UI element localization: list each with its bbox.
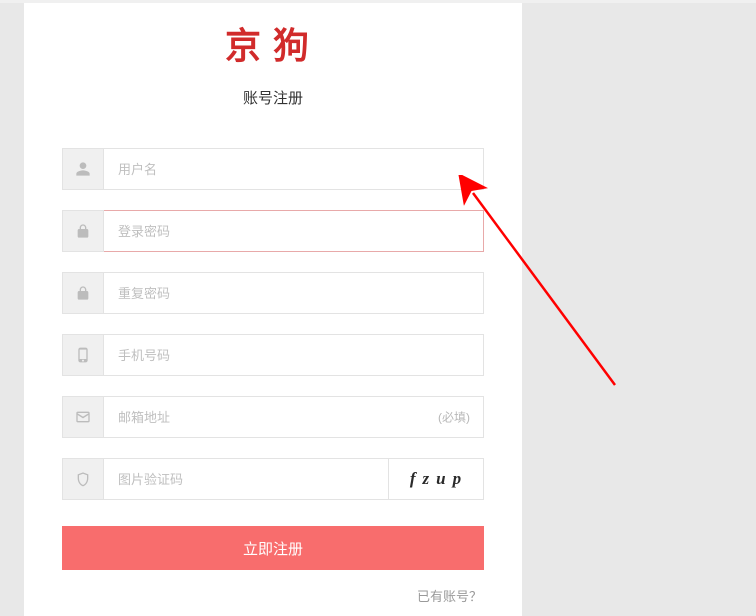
background-area: [522, 3, 756, 616]
field-username: [62, 148, 484, 190]
phone-icon: [62, 334, 104, 376]
register-card: 京狗 账号注册: [24, 3, 522, 616]
captcha-image[interactable]: fzup: [389, 458, 484, 500]
page-title: 账号注册: [24, 87, 522, 108]
field-password-repeat: [62, 272, 484, 314]
captcha-input[interactable]: [104, 458, 389, 500]
email-icon: [62, 396, 104, 438]
field-captcha: fzup: [62, 458, 484, 500]
field-password: [62, 210, 484, 252]
field-email: (必填): [62, 396, 484, 438]
login-link[interactable]: 已有账号？: [417, 589, 482, 604]
lock-icon: [62, 272, 104, 314]
field-phone: [62, 334, 484, 376]
password-repeat-input[interactable]: [104, 272, 484, 314]
shield-icon: [62, 458, 104, 500]
register-form: (必填) fzup 立即注册 已有账号？: [24, 148, 522, 606]
phone-input[interactable]: [104, 334, 484, 376]
email-input[interactable]: [104, 396, 484, 438]
lock-icon: [62, 210, 104, 252]
username-input[interactable]: [104, 148, 484, 190]
user-icon: [62, 148, 104, 190]
site-logo: 京狗: [24, 3, 522, 69]
left-gutter: [0, 3, 24, 616]
password-input[interactable]: [104, 210, 484, 252]
submit-button[interactable]: 立即注册: [62, 526, 484, 570]
